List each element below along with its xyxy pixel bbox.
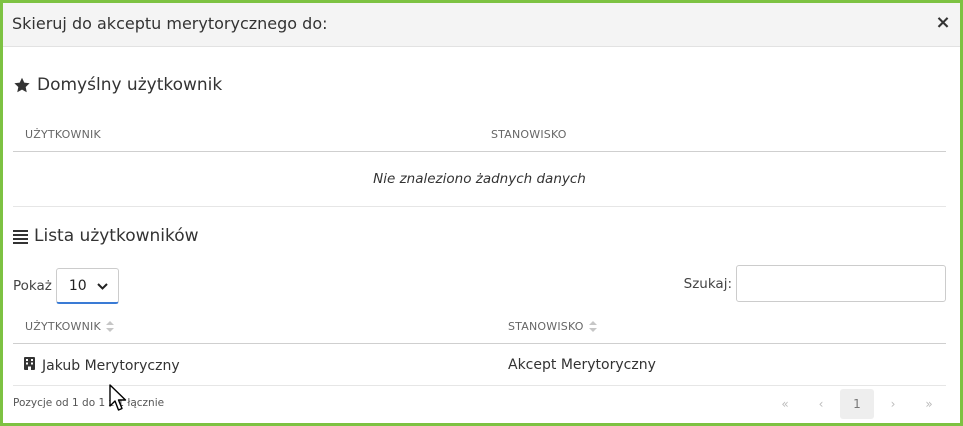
search-input[interactable]	[736, 265, 946, 302]
column-header-user-label: UŻYTKOWNIK	[25, 320, 101, 333]
star-icon	[13, 77, 31, 94]
dialog-header: Skieruj do akceptu merytorycznego do: ×	[3, 3, 960, 47]
table-row[interactable]: Jakub Merytoryczny Akcept Merytoryczny	[13, 346, 946, 386]
mouse-cursor-icon	[109, 384, 127, 416]
pagination-page-1[interactable]: 1	[840, 389, 874, 419]
column-header-position-label: STANOWISKO	[508, 320, 584, 333]
pagination-prev-button[interactable]: ‹	[804, 389, 838, 419]
pagination-next-button[interactable]: ›	[876, 389, 910, 419]
default-user-table-header: UŻYTKOWNIK STANOWISKO	[13, 114, 946, 152]
dialog-title: Skieruj do akceptu merytorycznego do:	[12, 14, 328, 33]
show-label: Pokaż	[13, 278, 52, 294]
close-button[interactable]: ×	[934, 13, 952, 33]
position-cell: Akcept Merytoryczny	[508, 357, 656, 373]
empty-table-message: Nie znaleziono żadnych danych	[13, 152, 946, 207]
user-list-heading-label: Lista użytkowników	[34, 226, 199, 246]
user-list-table-header: UŻYTKOWNIK STANOWISKO	[13, 306, 946, 344]
column-header-user: UŻYTKOWNIK	[25, 128, 101, 141]
sort-icon	[588, 321, 597, 332]
user-list-heading: Lista użytkowników	[13, 226, 199, 246]
pagination-last-button[interactable]: »	[912, 389, 946, 419]
sort-icon	[105, 321, 114, 332]
page-size-control: Pokaż 10	[13, 268, 119, 304]
page-size-value: 10	[68, 277, 87, 294]
search-label: Szukaj:	[683, 275, 732, 292]
search-control: Szukaj:	[684, 265, 946, 302]
user-cell: Jakub Merytoryczny	[24, 357, 180, 374]
column-header-position-sortable[interactable]: STANOWISKO	[508, 320, 597, 333]
pagination: « ‹ 1 › »	[768, 389, 946, 419]
table-info: Pozycje od 1 do 1 z 1 łącznie	[13, 397, 165, 409]
default-user-heading: Domyślny użytkownik	[13, 75, 222, 95]
pagination-first-button[interactable]: «	[768, 389, 802, 419]
dialog-frame: Skieruj do akceptu merytorycznego do: × …	[0, 0, 963, 426]
column-header-position: STANOWISKO	[491, 128, 567, 141]
default-user-heading-label: Domyślny użytkownik	[37, 75, 223, 95]
user-name: Jakub Merytoryczny	[42, 357, 180, 374]
page-size-select[interactable]: 10	[55, 268, 119, 304]
list-icon	[13, 229, 28, 244]
building-icon	[24, 357, 35, 374]
chevron-down-icon	[97, 278, 108, 294]
column-header-user-sortable[interactable]: UŻYTKOWNIK	[25, 320, 114, 333]
